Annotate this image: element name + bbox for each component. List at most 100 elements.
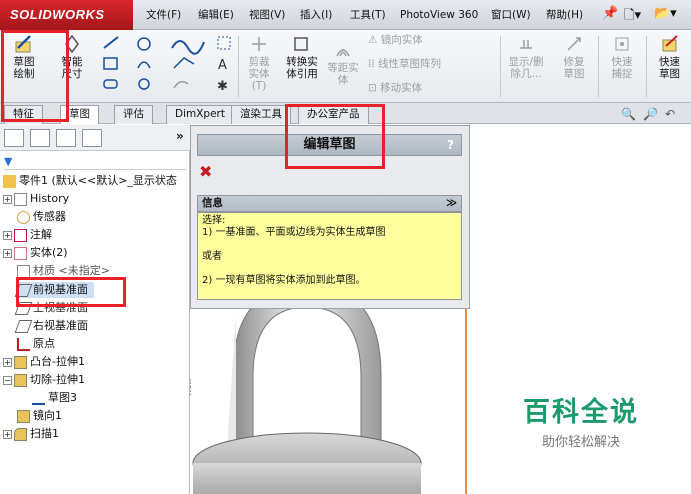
info-line-4: 2) 一现有草图将实体添加到此草图。 [202,275,366,286]
menu-help[interactable]: 帮助(H) [546,0,583,30]
info-message: 选择: 1) 一基准面、平面或边线为实体生成草图 或者 2) 一现有草图将实体添… [197,212,462,300]
offset-icon [336,49,350,57]
trim-entities-label: 剪裁实体(T) [248,56,270,92]
quick-snaps-label: 快速捕捉 [611,56,633,80]
highlight-sketch-button [1,30,69,122]
new-document-icon[interactable]: 🗋▾ [624,6,641,24]
trim-entities-button[interactable]: 剪裁实体(T) [240,34,278,92]
move-entities-button[interactable]: ⊡ 移动实体 [368,82,478,94]
open-folder-icon[interactable]: 📂▾ [654,6,677,24]
mirror-feature-icon [17,409,30,423]
collapse-icon[interactable]: ≫ [446,196,457,211]
annotation-icon [14,228,27,242]
menu-file[interactable]: 文件(F) [146,0,181,30]
convert-entities-icon [294,37,308,51]
feature-manager-panel: » ▼ 零件1 (默认<<默认>_显示状态 + History 传感器 + 注解 +… [0,125,195,494]
mirror-entities-button[interactable]: ⚠ 镜向实体 [368,34,478,46]
tree-item-part[interactable]: 零件1 (默认<<默认>_显示状态 [3,173,177,189]
tree-item-solid-bodies[interactable]: + 实体(2) [3,245,68,261]
feature-manager-tabs: » [0,125,190,151]
convert-entities-label: 转换实体引用 [286,56,318,80]
move-icon: ⊡ [368,82,377,94]
linear-pattern-label: 线性草图阵列 [378,58,442,70]
sensor-icon [17,210,30,224]
command-manager-ribbon: 草图绘制 智能尺寸 A ✱ 剪裁实体(T) 转换实体引用 等距实体 ⚠ 镜向实体… [0,30,691,103]
plane-icon [14,319,33,333]
highlight-edit-sketch-title [285,104,385,169]
tree-item-boss-extrude[interactable]: + 凸台-拉伸1 [3,354,85,370]
filter-icon[interactable]: ▼ [4,155,12,168]
linear-pattern-icon: ⁞⁞ [368,58,375,70]
menu-view[interactable]: 视图(V) [249,0,285,30]
menu-photoview[interactable]: PhotoView 360 [400,0,478,30]
solidworks-logo: SOLIDWORKS [0,0,133,30]
tree-divider [4,169,186,170]
mirror-entities-label: 镜向实体 [380,34,423,46]
sketch-icon [32,392,45,405]
offset-entities-button[interactable]: 等距实体 [325,40,361,86]
expand-panel-icon[interactable]: » [176,129,184,143]
close-icon[interactable]: ✖ [199,162,212,181]
menu-window[interactable]: 窗口(W) [491,0,531,30]
repair-sketch-icon [567,37,581,51]
repair-sketch-button[interactable]: 修复草图 [552,34,596,80]
history-icon [14,192,27,206]
tree-item-sensors[interactable]: 传感器 [17,209,66,225]
info-line-1: 选择: [202,215,226,226]
watermark-subtitle: 助你轻松解决 [541,435,620,450]
tree-item-sketch3[interactable]: 草图3 [32,390,77,406]
rapid-sketch-button[interactable]: 快速草图 [648,34,691,80]
menu-insert[interactable]: 插入(I) [300,0,332,30]
info-line-2: 1) 一基准面、平面或边线为实体生成草图 [202,227,386,238]
display-delete-label: 显示/删除几... [508,56,544,80]
tab-render-tools[interactable]: 渲染工具 [231,105,291,124]
tab-evaluate[interactable]: 评估 [114,105,153,124]
extrude-icon [14,355,27,369]
display-delete-icon [520,40,532,49]
solid-bodies-icon [14,246,27,260]
tree-item-right-plane[interactable]: 右视基准面 [14,318,88,334]
property-manager-icon[interactable] [30,129,50,147]
previous-view-icon[interactable]: ↶ [665,107,675,121]
tree-item-mirror[interactable]: 镜向1 [17,408,62,424]
zoom-to-fit-icon[interactable]: 🔍 [621,107,636,121]
quick-snaps-icon [615,37,629,51]
watermark: 百科全说 助你轻松解决 [494,383,668,467]
quick-snaps-button[interactable]: 快速捕捉 [600,34,644,80]
zoom-area-icon[interactable]: 🔎 [643,107,658,121]
part-icon [3,174,16,188]
help-icon[interactable]: ? [447,135,454,155]
convert-entities-button[interactable]: 转换实体引用 [281,34,323,80]
pin-icon[interactable]: 📌 [602,6,618,24]
highlight-front-plane [16,277,126,307]
display-manager-icon[interactable] [82,129,102,147]
feature-tree-icon[interactable] [4,129,24,147]
tree-item-cut-extrude[interactable]: − 切除-拉伸1 [3,372,85,388]
cut-extrude-icon [14,373,27,387]
sketch-entity-tools[interactable]: A ✱ [100,34,235,98]
sweep-icon [14,427,27,441]
tree-item-history[interactable]: + History [3,191,69,207]
watermark-title: 百科全说 [523,397,639,428]
tab-dimxpert[interactable]: DimXpert [166,105,234,124]
rapid-sketch-icon [662,35,678,52]
origin-icon [17,337,30,351]
info-line-3: 或者 [202,251,222,262]
menu-tools[interactable]: 工具(T) [350,0,386,30]
menu-edit[interactable]: 编辑(E) [198,0,234,30]
rapid-sketch-label: 快速草图 [659,56,680,80]
configuration-manager-icon[interactable] [56,129,76,147]
svg-text:✱: ✱ [217,79,228,94]
linear-pattern-button[interactable]: ⁞⁞ 线性草图阵列 [368,58,478,70]
tree-item-sweep[interactable]: + 扫描1 [3,426,59,442]
mirror-icon: ⚠ [368,34,378,46]
tree-item-annotations[interactable]: + 注解 [3,227,52,243]
display-delete-relations-button[interactable]: 显示/删除几... [502,34,550,80]
offset-entities-label: 等距实体 [327,62,359,86]
tree-item-origin[interactable]: 原点 [17,336,55,352]
trim-icon [252,37,266,51]
title-bar: SOLIDWORKS 文件(F) 编辑(E) 视图(V) 插入(I) 工具(T)… [0,0,691,30]
svg-text:A: A [218,58,227,73]
material-icon [17,264,30,278]
info-group-header[interactable]: 信息 ≫ [197,195,462,212]
